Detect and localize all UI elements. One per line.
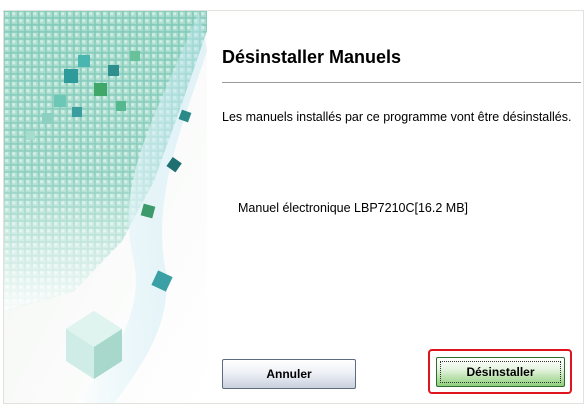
cancel-button[interactable]: Annuler — [222, 359, 356, 389]
dialog-title: Désinstaller Manuels — [222, 47, 402, 67]
component-item: Manuel électronique LBP7210C[16.2 MB] — [238, 201, 469, 215]
title-divider — [222, 82, 581, 83]
dialog-description: Les manuels installés par ce programme v… — [222, 110, 572, 124]
decorative-side-art — [4, 11, 207, 403]
uninstall-button[interactable]: Désinstaller — [436, 357, 565, 387]
